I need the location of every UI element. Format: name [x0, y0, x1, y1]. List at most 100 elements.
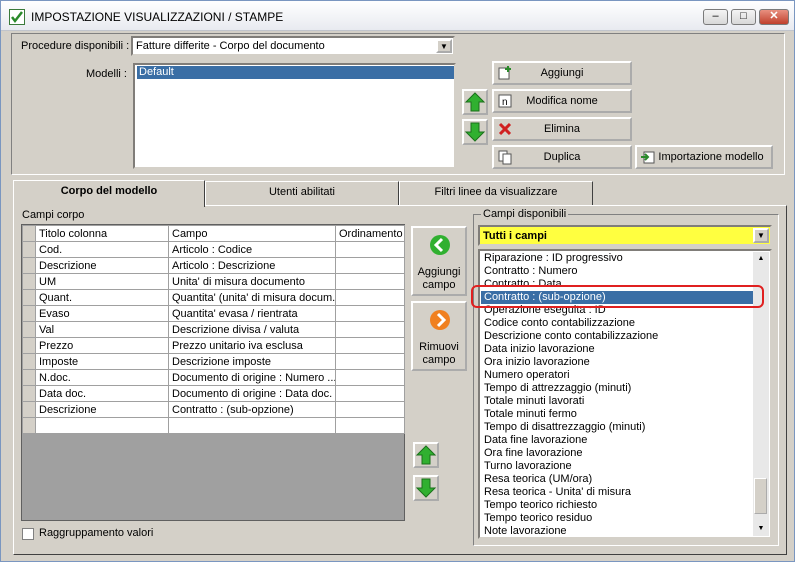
cell-titolo[interactable]: Descrizione	[35, 401, 169, 418]
cell-campo[interactable]: Quantita' evasa / rientrata	[168, 305, 336, 322]
cell-campo[interactable]	[168, 417, 336, 434]
aggiungi-button[interactable]: Aggiungi	[492, 61, 632, 85]
list-item[interactable]: Turno lavorazione	[481, 460, 755, 473]
cell-ordinamento[interactable]	[335, 273, 405, 290]
list-item[interactable]: Contratto : Data	[481, 278, 755, 291]
table-row[interactable]: Descrizione Contratto : (sub-opzione)	[22, 401, 405, 418]
row-selector[interactable]	[22, 257, 36, 274]
scroll-thumb[interactable]	[754, 478, 767, 514]
cell-ordinamento[interactable]	[335, 369, 405, 386]
rimuovi-campo-button[interactable]: Rimuovi campo	[411, 301, 467, 371]
cell-ordinamento[interactable]	[335, 289, 405, 306]
header-ordinamento[interactable]: Ordinamento	[335, 225, 405, 242]
minimize-button[interactable]: –	[703, 9, 728, 25]
cell-ordinamento[interactable]	[335, 353, 405, 370]
table-row[interactable]	[22, 417, 405, 434]
list-item[interactable]: Riparazione : ID progressivo	[481, 252, 755, 265]
cell-campo[interactable]: Contratto : (sub-opzione)	[168, 401, 336, 418]
cell-titolo[interactable]: Imposte	[35, 353, 169, 370]
maximize-button[interactable]: □	[731, 9, 756, 25]
cell-titolo[interactable]: UM	[35, 273, 169, 290]
list-item[interactable]: Contratto : (sub-opzione)	[481, 291, 755, 304]
row-selector[interactable]	[22, 305, 36, 322]
duplica-button[interactable]: Duplica	[492, 145, 632, 169]
list-item[interactable]: Tempo teorico richiesto	[481, 499, 755, 512]
table-row[interactable]: Quant. Quantita' (unita' di misura docum.…	[22, 289, 405, 306]
list-item[interactable]: Totale minuti fermo	[481, 408, 755, 421]
list-item[interactable]: Codice conto contabilizzazione	[481, 317, 755, 330]
procedure-dropdown[interactable]: Fatture differite - Corpo del documento …	[131, 36, 455, 56]
table-row[interactable]: Cod. Articolo : Codice	[22, 241, 405, 258]
table-row[interactable]: Descrizione Articolo : Descrizione	[22, 257, 405, 274]
cell-titolo[interactable]: Descrizione	[35, 257, 169, 274]
row-selector[interactable]	[22, 353, 36, 370]
field-move-up-button[interactable]	[413, 442, 439, 468]
cell-titolo[interactable]: Quant.	[35, 289, 169, 306]
cell-ordinamento[interactable]	[335, 417, 405, 434]
row-selector[interactable]	[22, 241, 36, 258]
scroll-up-icon[interactable]: ▲	[753, 252, 769, 266]
table-row[interactable]: Prezzo Prezzo unitario iva esclusa	[22, 337, 405, 354]
list-item[interactable]: Tempo di attrezzaggio (minuti)	[481, 382, 755, 395]
tab-filtri-linee[interactable]: Filtri linee da visualizzare	[399, 181, 593, 205]
row-selector[interactable]	[22, 401, 36, 418]
row-selector[interactable]	[22, 417, 36, 434]
list-item[interactable]: Tempo di disattrezzaggio (minuti)	[481, 421, 755, 434]
row-selector[interactable]	[22, 337, 36, 354]
list-item[interactable]: Contratto : Numero	[481, 265, 755, 278]
cell-titolo[interactable]: Data doc.	[35, 385, 169, 402]
cell-titolo[interactable]: Val	[35, 321, 169, 338]
table-row[interactable]: Imposte Descrizione imposte	[22, 353, 405, 370]
list-item[interactable]: Ora fine lavorazione	[481, 447, 755, 460]
tab-corpo-modello[interactable]: Corpo del modello	[13, 180, 205, 207]
cell-campo[interactable]: Descrizione imposte	[168, 353, 336, 370]
modifica-nome-button[interactable]: n Modifica nome	[492, 89, 632, 113]
modelli-item-default[interactable]: Default	[137, 66, 454, 79]
row-selector[interactable]	[22, 273, 36, 290]
list-item[interactable]: Resa teorica - Unita' di misura	[481, 486, 755, 499]
vertical-scrollbar[interactable]: ▲ ▼	[753, 252, 769, 536]
header-titolo-colonna[interactable]: Titolo colonna	[35, 225, 169, 242]
row-selector[interactable]	[22, 289, 36, 306]
scroll-down-icon[interactable]: ▼	[753, 522, 769, 536]
cell-ordinamento[interactable]	[335, 257, 405, 274]
cell-ordinamento[interactable]	[335, 321, 405, 338]
elimina-button[interactable]: Elimina	[492, 117, 632, 141]
table-row[interactable]: UM Unita' di misura documento	[22, 273, 405, 290]
tab-utenti-abilitati[interactable]: Utenti abilitati	[205, 181, 399, 205]
cell-titolo[interactable]: Cod.	[35, 241, 169, 258]
cell-campo[interactable]: Documento di origine : Numero ...	[168, 369, 336, 386]
field-move-down-button[interactable]	[413, 475, 439, 501]
cell-ordinamento[interactable]	[335, 385, 405, 402]
cell-campo[interactable]: Unita' di misura documento	[168, 273, 336, 290]
raggruppamento-checkbox[interactable]	[22, 528, 34, 540]
cell-campo[interactable]: Documento di origine : Data doc.	[168, 385, 336, 402]
cell-campo[interactable]: Descrizione divisa / valuta	[168, 321, 336, 338]
table-row[interactable]: Data doc. Documento di origine : Data doc…	[22, 385, 405, 402]
cell-titolo[interactable]	[35, 417, 169, 434]
move-up-button[interactable]	[462, 89, 488, 115]
cell-ordinamento[interactable]	[335, 337, 405, 354]
list-item[interactable]: Resa teorica (UM/ora)	[481, 473, 755, 486]
cell-titolo[interactable]: N.doc.	[35, 369, 169, 386]
close-button[interactable]: ✕	[759, 9, 789, 25]
list-item[interactable]: Operazione eseguita : ID	[481, 304, 755, 317]
list-item[interactable]: Tempo teorico residuo	[481, 512, 755, 525]
table-row[interactable]: Val Descrizione divisa / valuta	[22, 321, 405, 338]
campi-disponibili-list[interactable]: Riparazione : ID progressivo Contratto : …	[478, 249, 772, 539]
chevron-down-icon[interactable]: ▼	[753, 228, 769, 243]
row-selector[interactable]	[22, 385, 36, 402]
header-campo[interactable]: Campo	[168, 225, 336, 242]
move-down-button[interactable]	[462, 119, 488, 145]
row-selector[interactable]	[22, 321, 36, 338]
table-row[interactable]: Evaso Quantita' evasa / rientrata	[22, 305, 405, 322]
cell-campo[interactable]: Quantita' (unita' di misura docum...	[168, 289, 336, 306]
table-row[interactable]: N.doc. Documento di origine : Numero ...	[22, 369, 405, 386]
list-item[interactable]: Data inizio lavorazione	[481, 343, 755, 356]
cell-ordinamento[interactable]	[335, 401, 405, 418]
cell-campo[interactable]: Articolo : Codice	[168, 241, 336, 258]
chevron-down-icon[interactable]: ▼	[436, 39, 452, 53]
row-selector[interactable]	[22, 369, 36, 386]
cell-titolo[interactable]: Prezzo	[35, 337, 169, 354]
list-item[interactable]: Totale minuti lavorati	[481, 395, 755, 408]
